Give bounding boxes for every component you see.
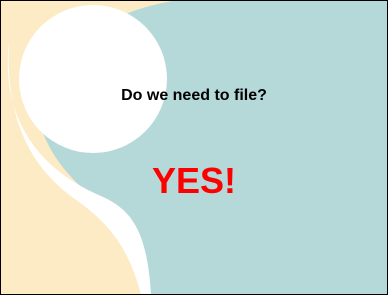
- white-circle-shape: [19, 5, 167, 153]
- answer-text: YES!: [151, 160, 237, 201]
- slide: Do we need to file? YES!: [0, 0, 388, 295]
- question-text: Do we need to file?: [121, 87, 267, 104]
- slide-background: [1, 1, 387, 294]
